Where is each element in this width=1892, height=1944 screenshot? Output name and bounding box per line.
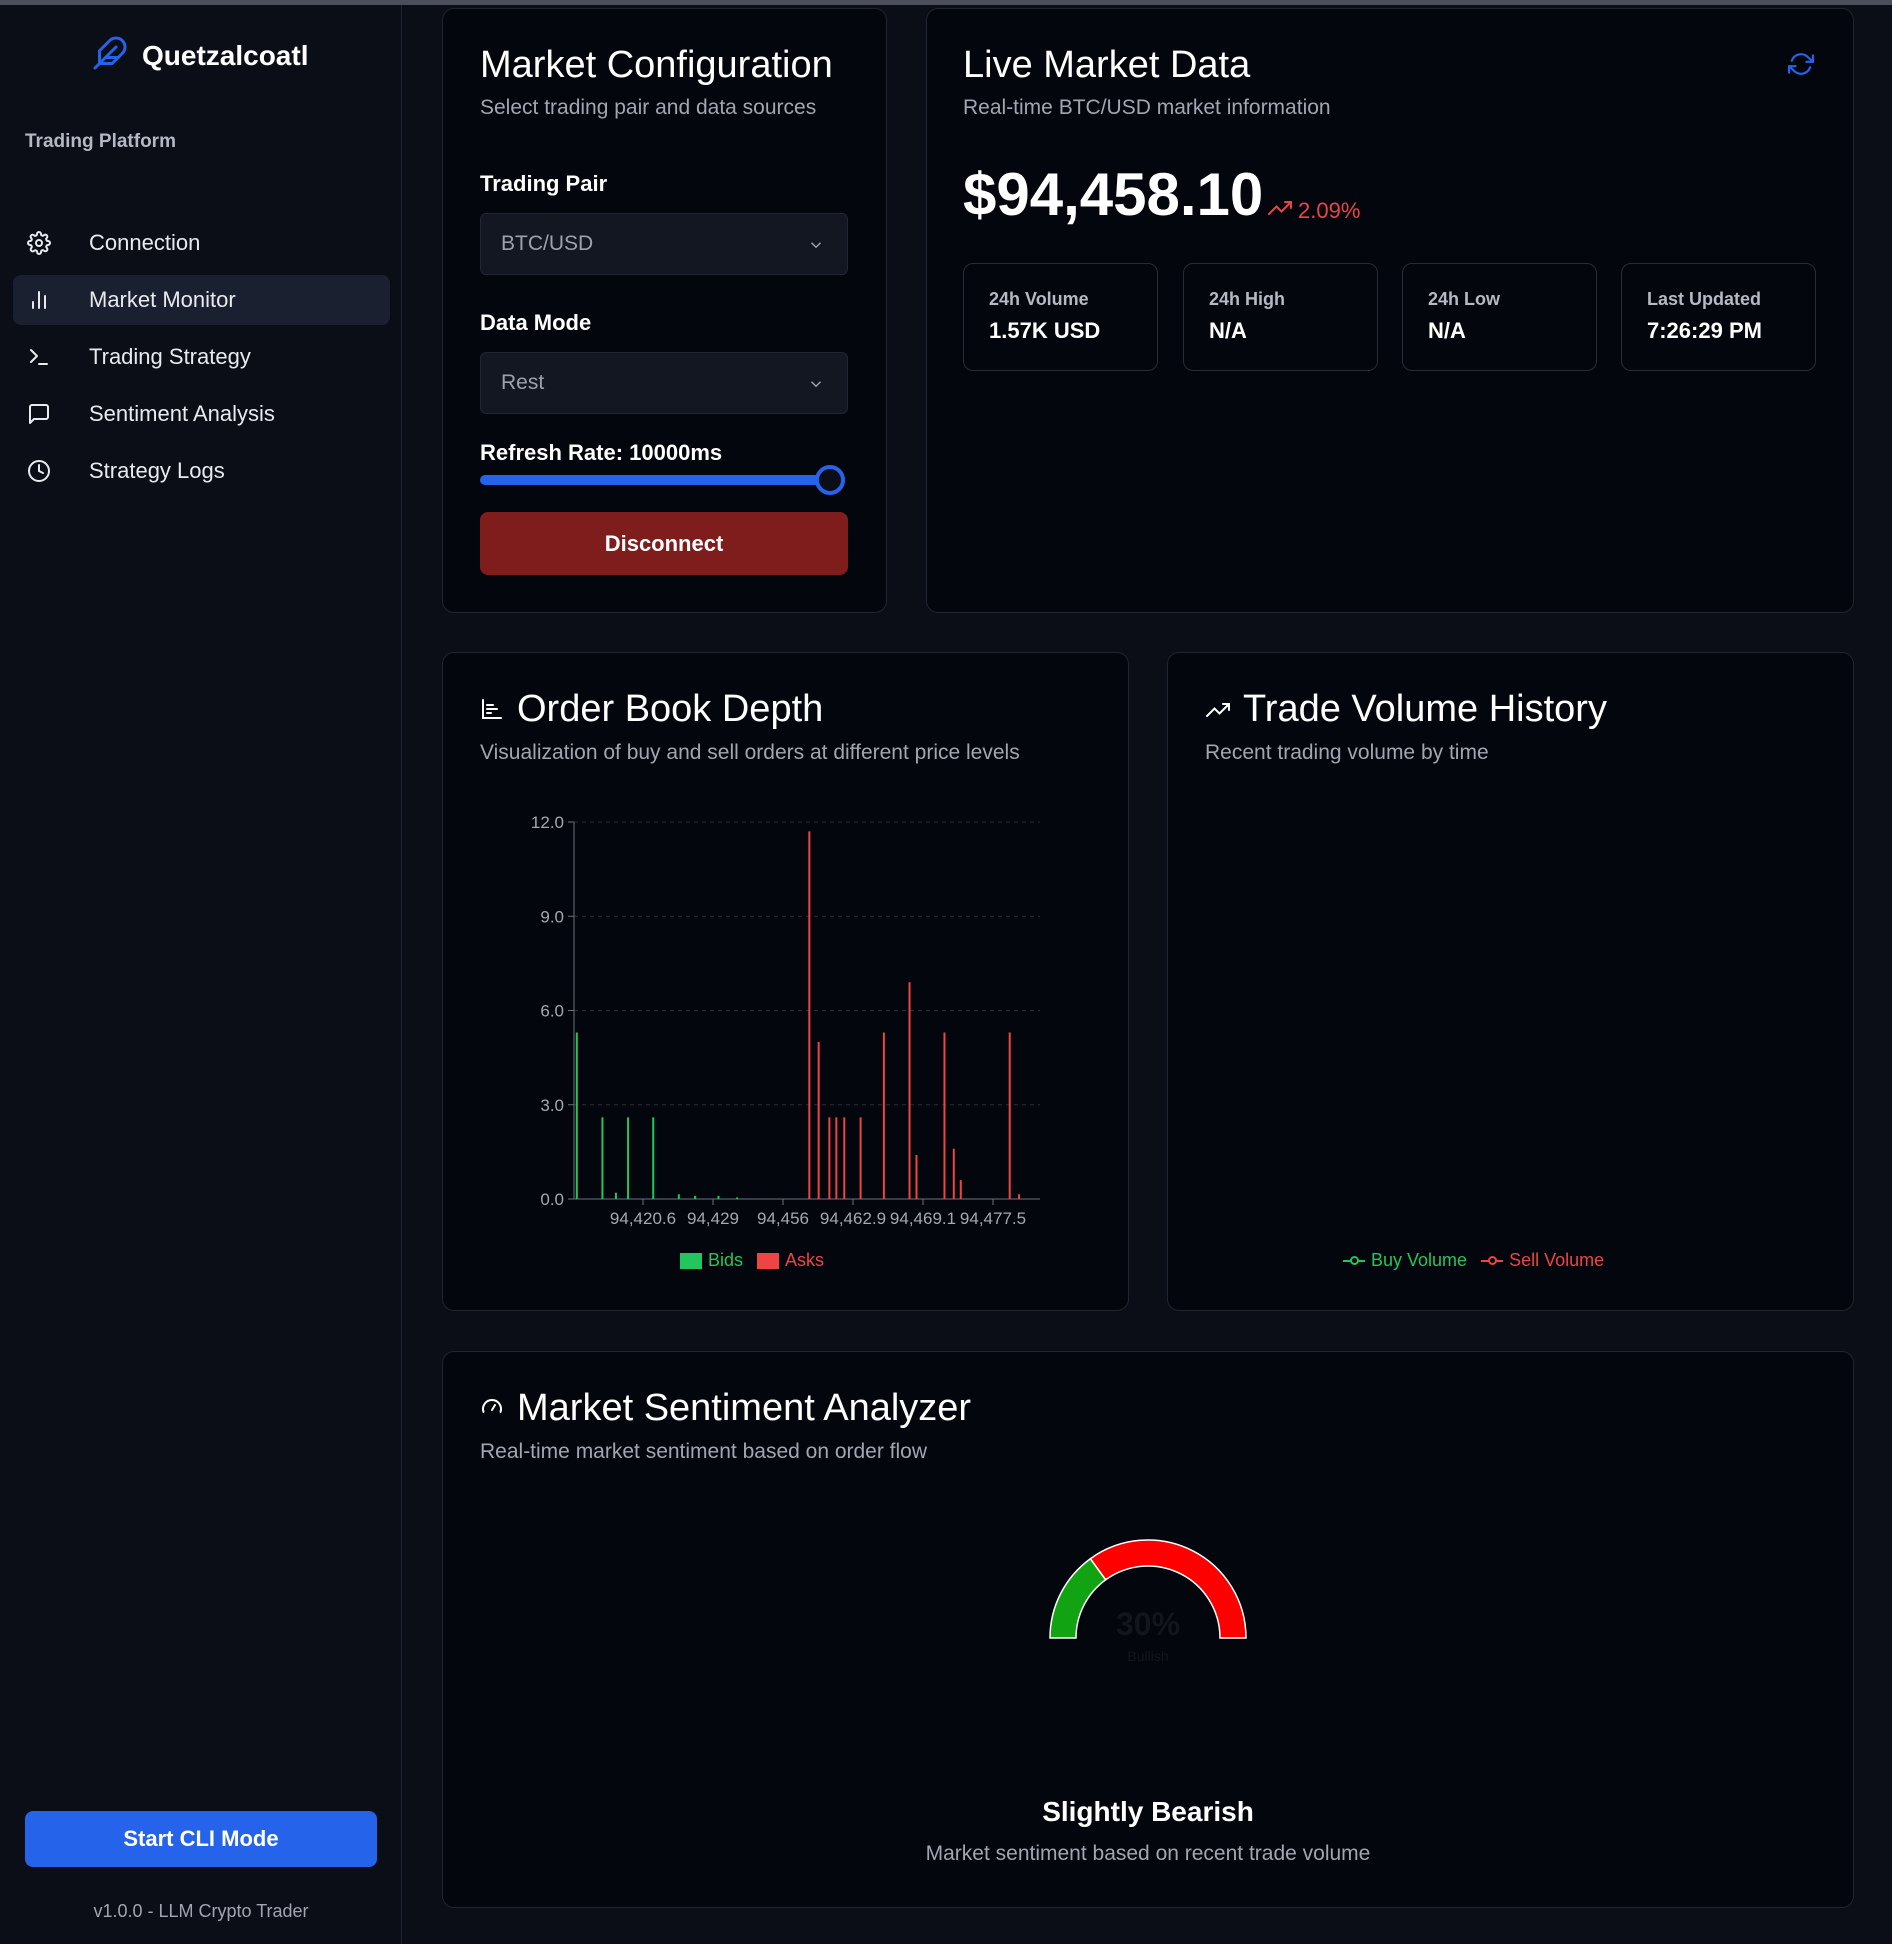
trading-pair-value: BTC/USD	[501, 232, 594, 255]
legend-buy-volume: Buy Volume	[1371, 1250, 1468, 1270]
order-book-title: Order Book Depth	[517, 688, 824, 730]
market-config-title: Market Configuration	[480, 44, 833, 86]
stat-value: 7:26:29 PM	[1647, 318, 1762, 343]
chevron-down-icon	[807, 236, 825, 260]
app-root: { "app": {"name": "Quetzalcoatl", "secti…	[0, 0, 1892, 1944]
feather-icon	[92, 35, 128, 76]
legend-sell-volume: Sell Volume	[1509, 1250, 1605, 1270]
align-left-chart-icon	[480, 697, 504, 726]
stat-label: 24h Low	[1428, 289, 1501, 309]
refresh-icon[interactable]	[1788, 51, 1814, 82]
sidebar-item-market-monitor[interactable]: Market Monitor	[13, 275, 390, 325]
section-label: Trading Platform	[25, 131, 176, 152]
live-market-title: Live Market Data	[963, 44, 1251, 86]
trending-up-icon	[1205, 698, 1231, 727]
trade-volume-subtitle: Recent trading volume by time	[1205, 741, 1489, 764]
sentiment-subtitle: Real-time market sentiment based on orde…	[480, 1440, 928, 1463]
sidebar: Quetzalcoatl Trading Platform Connection…	[0, 5, 402, 1944]
data-mode-select[interactable]: Rest	[480, 352, 848, 414]
gear-icon	[25, 229, 53, 257]
sidebar-item-trading-strategy[interactable]: Trading Strategy	[13, 332, 390, 382]
stat-value: N/A	[1209, 318, 1247, 343]
sidebar-item-label: Trading Strategy	[89, 344, 251, 369]
sidebar-item-label: Market Monitor	[89, 287, 236, 312]
stat-value: N/A	[1428, 318, 1466, 343]
trade-volume-legend: Buy Volume Sell Volume	[1343, 1250, 1604, 1271]
data-mode-label: Data Mode	[480, 310, 592, 335]
sentiment-verdict-subtitle: Market sentiment based on recent trade v…	[925, 1842, 1371, 1865]
app-name: Quetzalcoatl	[142, 39, 309, 71]
order-book-legend: Bids Asks	[680, 1250, 824, 1271]
price-change: 2.09%	[1268, 196, 1360, 226]
gauge-label: Bullish	[1127, 1648, 1169, 1664]
stat-card: 24h High N/A	[1183, 263, 1378, 371]
sidebar-nav: Connection Market Monitor Trading Strate…	[13, 218, 390, 503]
trading-pair-label: Trading Pair	[480, 171, 608, 196]
live-market-subtitle: Real-time BTC/USD market information	[963, 96, 1331, 119]
bar-chart-icon	[25, 286, 53, 314]
stat-label: 24h Volume	[989, 289, 1089, 309]
sidebar-item-label: Strategy Logs	[89, 458, 225, 483]
stat-card: 24h Low N/A	[1402, 263, 1597, 371]
stat-value: 1.57K USD	[989, 318, 1101, 343]
stat-label: 24h High	[1209, 289, 1286, 309]
legend-asks: Asks	[785, 1250, 825, 1270]
clock-icon	[25, 457, 53, 485]
order-book-subtitle: Visualization of buy and sell orders at …	[480, 741, 1020, 764]
start-cli-button[interactable]: Start CLI Mode	[25, 1811, 377, 1867]
chevron-down-icon	[807, 375, 825, 399]
message-icon	[25, 400, 53, 428]
market-config-subtitle: Select trading pair and data sources	[480, 96, 817, 119]
data-mode-value: Rest	[501, 371, 545, 394]
legend-swatch-bids	[680, 1252, 702, 1269]
legend-swatch-asks	[757, 1252, 780, 1269]
trade-volume-title: Trade Volume History	[1243, 688, 1607, 730]
legend-line-buy	[1343, 1255, 1365, 1265]
sentiment-verdict: Slightly Bearish	[1042, 1796, 1254, 1827]
trending-up-icon	[1268, 196, 1292, 226]
sidebar-item-label: Sentiment Analysis	[89, 401, 275, 426]
terminal-icon	[25, 343, 53, 371]
refresh-rate-label: Refresh Rate: 10000ms	[480, 440, 723, 465]
sidebar-item-label: Connection	[89, 230, 201, 255]
disconnect-button[interactable]: Disconnect	[480, 512, 848, 575]
brand[interactable]: Quetzalcoatl	[92, 35, 308, 76]
version-text: v1.0.0 - LLM Crypto Trader	[93, 1901, 309, 1921]
gauge-percent: 30%	[1115, 1606, 1181, 1642]
trading-pair-select[interactable]: BTC/USD	[480, 213, 848, 275]
stat-label: Last Updated	[1647, 289, 1762, 309]
stat-card: Last Updated 7:26:29 PM	[1621, 263, 1816, 371]
price-change-value: 2.09%	[1298, 198, 1361, 223]
stat-card: 24h Volume 1.57K USD	[963, 263, 1158, 371]
legend-bids: Bids	[708, 1250, 744, 1270]
sidebar-item-sentiment-analysis[interactable]: Sentiment Analysis	[13, 389, 390, 439]
sentiment-title: Market Sentiment Analyzer	[517, 1387, 972, 1429]
gauge-icon	[480, 1396, 504, 1425]
sidebar-item-connection[interactable]: Connection	[13, 218, 390, 268]
sidebar-item-strategy-logs[interactable]: Strategy Logs	[13, 446, 390, 496]
legend-line-sell	[1481, 1255, 1504, 1265]
current-price: $94,458.10	[963, 161, 1264, 228]
refresh-rate-slider[interactable]	[480, 475, 832, 485]
refresh-rate-slider-thumb[interactable]	[815, 465, 845, 495]
